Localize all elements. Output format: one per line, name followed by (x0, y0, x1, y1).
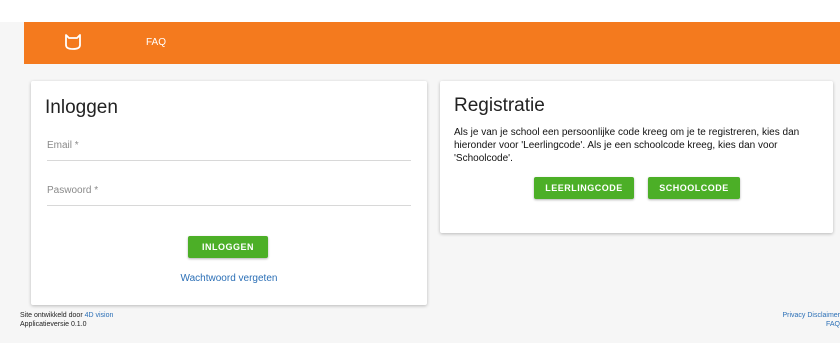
navbar: FAQ (24, 22, 840, 64)
registration-text: Als je van je school een persoonlijke co… (454, 127, 800, 164)
footer-left: Site ontwikkeld door 4D vision Applicati… (20, 311, 113, 329)
registration-card: Registratie Als je van je school een per… (440, 81, 833, 233)
cat-logo-icon[interactable] (64, 34, 82, 50)
password-field[interactable]: Paswoord * (47, 181, 411, 206)
email-field[interactable]: Email * (47, 136, 411, 161)
nav-faq-link[interactable]: FAQ (146, 37, 166, 48)
developer-link[interactable]: 4D vision (85, 312, 114, 319)
privacy-link[interactable]: Privacy Disclaimer (782, 311, 840, 320)
footer-right: Privacy Disclaimer FAQ (782, 311, 840, 329)
footer-faq-link[interactable]: FAQ (782, 320, 840, 329)
password-label: Paswoord * (47, 185, 99, 196)
version-text: Applicatieversie 0.1.0 (20, 321, 87, 328)
forgot-password-link[interactable]: Wachtwoord vergeten (31, 273, 427, 284)
login-card: Inloggen Email * Paswoord * INLOGGEN Wac… (31, 81, 427, 305)
login-title: Inloggen (45, 97, 118, 118)
top-bar (0, 0, 840, 22)
school-code-button[interactable]: SCHOOLCODE (648, 177, 740, 199)
student-code-button[interactable]: LEERLINGCODE (534, 177, 634, 199)
email-label: Email * (47, 140, 79, 151)
developed-by-text: Site ontwikkeld door (20, 312, 85, 319)
login-button[interactable]: INLOGGEN (188, 236, 268, 258)
registration-title: Registratie (454, 95, 545, 116)
